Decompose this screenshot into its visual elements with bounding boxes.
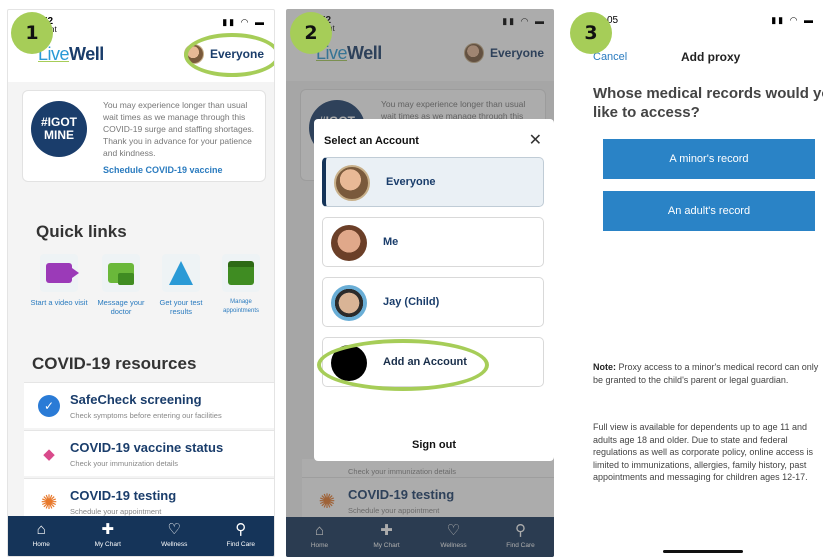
step-badge-3: 3	[570, 12, 612, 54]
full-view-info: Full view is available for dependents up…	[593, 422, 813, 482]
account-option-jay[interactable]: Jay (Child)	[322, 277, 544, 327]
covid-resources-heading: COVID-19 resources	[32, 354, 197, 373]
notice-text: You may experience longer than usual wai…	[103, 100, 255, 158]
search-icon: ⚲	[235, 521, 247, 538]
flask-icon	[169, 261, 193, 285]
screenshot-stage: 1 2 3 52 light ▮▮ ◠ ▬ LiveWell Everyone …	[0, 0, 823, 557]
status-bar: 05 ▮▮ ◠ ▬	[607, 15, 815, 26]
schedule-vaccine-link[interactable]: Schedule COVID-19 vaccine	[103, 165, 223, 175]
home-content[interactable]: #IGOT MINE You may experience longer than…	[8, 82, 274, 516]
sheet-title: Select an Account	[324, 135, 419, 147]
covid-row-safecheck[interactable]: ✓ SafeCheck screening Check symptoms bef…	[24, 382, 274, 428]
account-switcher[interactable]: Everyone	[183, 44, 264, 64]
proxy-nav-bar: Cancel Add proxy	[583, 47, 823, 69]
syringe-icon: ◆	[43, 446, 55, 463]
covid-notice-card: #IGOTMINE You may experience longer than…	[22, 90, 266, 182]
virus-icon: ✺	[40, 491, 58, 514]
covid-row-testing[interactable]: ✺ COVID-19 testing Schedule your appoint…	[24, 478, 274, 516]
quick-links-heading: Quick links	[36, 222, 127, 241]
account-option-everyone[interactable]: Everyone	[322, 157, 544, 207]
home-icon: ⌂	[36, 521, 46, 538]
livewell-logo[interactable]: LiveWell	[38, 44, 104, 65]
account-avatar	[183, 44, 204, 64]
select-account-sheet: Select an Account ✕ Everyone Me Jay (Chi…	[314, 119, 554, 461]
proxy-note: Note: Proxy access to a minor's medical …	[593, 362, 819, 385]
phone-add-proxy: 05 ▮▮ ◠ ▬ Cancel Add proxy Whose medical…	[583, 9, 823, 557]
avatar	[331, 345, 367, 381]
message-icon	[108, 263, 134, 285]
nav-find-care[interactable]: ⚲ Find Care	[208, 516, 275, 556]
avatar	[334, 165, 370, 201]
video-icon	[46, 263, 79, 283]
quick-link-video-visit[interactable]: Start a video visit	[30, 254, 88, 307]
plus-icon: ✚	[101, 521, 115, 538]
phone-select-account: 52 light ▮▮ ◠ ▬ LiveWell Everyone #IGOTM…	[286, 9, 554, 557]
bottom-nav: ⌂ Home ✚ My Chart ♡ Wellness ⚲ Find Care	[8, 516, 274, 556]
quick-link-manage-appointments[interactable]: Manage appointments	[212, 254, 270, 316]
sign-out-button[interactable]: Sign out	[314, 439, 554, 451]
quick-links-row: Start a video visit Message your doctor …	[30, 254, 264, 324]
close-icon[interactable]: ✕	[529, 130, 542, 150]
quick-link-message-doctor[interactable]: Message your doctor	[92, 254, 150, 316]
heart-icon: ♡	[167, 521, 181, 538]
step-badge-2: 2	[290, 12, 332, 54]
account-label: Everyone	[209, 47, 264, 61]
account-option-add[interactable]: Add an Account	[322, 337, 544, 387]
cancel-button[interactable]: Cancel	[593, 51, 627, 63]
signal-wifi-battery-icon: ▮▮ ◠ ▬	[222, 17, 266, 27]
status-bar: 52 light ▮▮ ◠ ▬	[42, 16, 266, 34]
nav-home[interactable]: ⌂ Home	[8, 516, 75, 556]
home-indicator	[663, 550, 743, 553]
quick-link-test-results[interactable]: Get your test results	[152, 254, 210, 316]
adult-record-button[interactable]: An adult's record	[603, 191, 815, 231]
avatar	[331, 225, 367, 261]
calendar-icon	[228, 261, 254, 285]
step-badge-1: 1	[11, 12, 53, 54]
igotmine-seal: #IGOTMINE	[31, 101, 87, 157]
page-title: Add proxy	[681, 50, 741, 64]
nav-wellness[interactable]: ♡ Wellness	[141, 516, 208, 556]
avatar	[331, 285, 367, 321]
nav-my-chart[interactable]: ✚ My Chart	[75, 516, 142, 556]
check-circle-icon: ✓	[38, 395, 60, 417]
phone-home-screen: 52 light ▮▮ ◠ ▬ LiveWell Everyone #IGOTM…	[7, 9, 275, 557]
account-option-me[interactable]: Me	[322, 217, 544, 267]
minor-record-button[interactable]: A minor's record	[603, 139, 815, 179]
proxy-question: Whose medical records would you like to …	[593, 85, 823, 121]
signal-wifi-battery-icon: ▮▮ ◠ ▬	[771, 15, 815, 25]
covid-row-vaccine-status[interactable]: ◆ COVID-19 vaccine status Check your imm…	[24, 430, 274, 476]
